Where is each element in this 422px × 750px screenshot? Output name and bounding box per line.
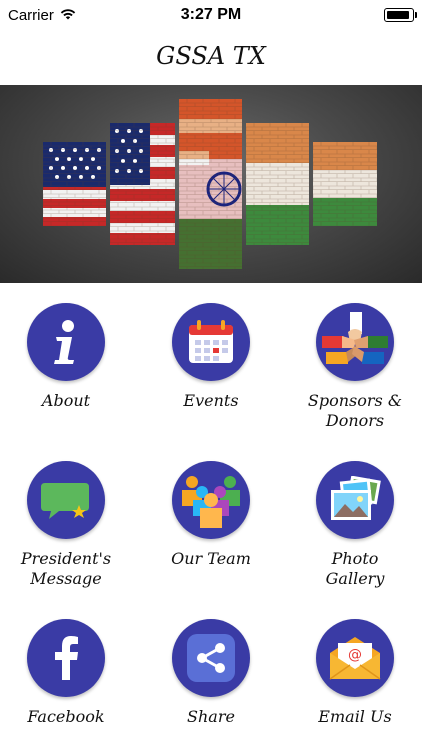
menu-label-our-team: Our Team xyxy=(171,549,251,568)
menu-label-photo-gallery: Photo Gallery xyxy=(325,549,385,588)
banner-image xyxy=(0,85,422,283)
menu-item-about[interactable]: About xyxy=(0,303,136,411)
menu-item-photo-gallery[interactable]: Photo Gallery xyxy=(285,461,422,589)
menu-label-presidents-message: President's Message xyxy=(20,549,112,588)
info-icon xyxy=(27,303,105,381)
menu-item-email-us[interactable]: @ Email Us xyxy=(285,619,422,727)
menu-item-facebook[interactable]: Facebook xyxy=(0,619,136,727)
svg-text:@: @ xyxy=(348,647,362,663)
wifi-icon xyxy=(60,7,76,24)
nav-bar: GSSA TX xyxy=(0,30,422,82)
calendar-icon xyxy=(172,303,250,381)
menu-label-events: Events xyxy=(183,391,239,410)
menu-label-about: About xyxy=(41,391,91,410)
facebook-icon xyxy=(27,619,105,697)
status-bar: Carrier 3:27 PM xyxy=(0,0,422,30)
share-icon xyxy=(172,619,250,697)
message-icon xyxy=(27,461,105,539)
flags-image xyxy=(43,99,377,269)
menu-label-share: Share xyxy=(187,707,235,726)
menu-item-presidents-message[interactable]: President's Message xyxy=(0,461,136,589)
photos-icon xyxy=(316,461,394,539)
menu-item-sponsors[interactable]: Sponsors & Donors xyxy=(285,303,422,431)
carrier-label: Carrier xyxy=(8,6,54,24)
menu-grid: About Events Sponsors & Donors President… xyxy=(0,283,422,750)
menu-item-events[interactable]: Events xyxy=(141,303,281,411)
menu-label-sponsors: Sponsors & Donors xyxy=(307,391,403,430)
email-icon: @ xyxy=(316,619,394,697)
menu-item-our-team[interactable]: Our Team xyxy=(141,461,281,569)
hands-icon xyxy=(316,303,394,381)
menu-item-share[interactable]: Share xyxy=(141,619,281,727)
menu-label-facebook: Facebook xyxy=(27,707,105,726)
menu-label-email-us: Email Us xyxy=(318,707,392,726)
page-title: GSSA TX xyxy=(156,42,266,70)
battery-icon xyxy=(384,8,417,22)
team-icon xyxy=(172,461,250,539)
status-left: Carrier xyxy=(8,7,76,24)
